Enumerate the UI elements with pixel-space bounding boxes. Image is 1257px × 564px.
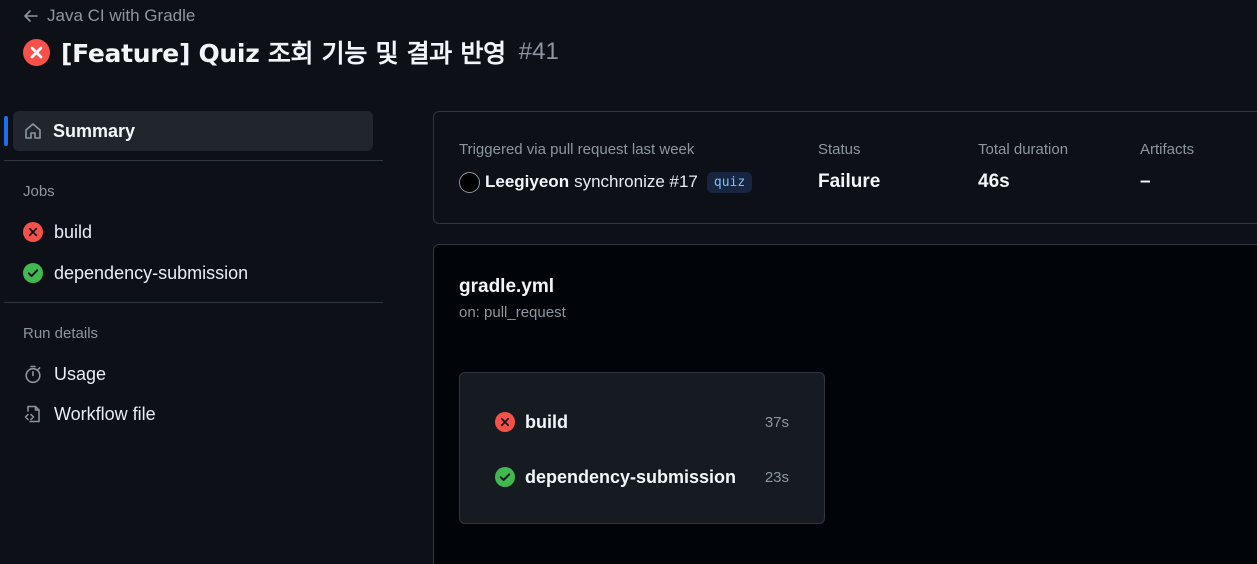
avatar[interactable] [459, 171, 480, 193]
back-link[interactable]: Java CI with Gradle [23, 5, 195, 27]
job-group: build 37s dependency-submission 23s [459, 372, 825, 524]
artifacts-value: – [1140, 171, 1151, 192]
sidebar-item-summary[interactable]: Summary [13, 111, 373, 151]
job-node-dependency-submission[interactable]: dependency-submission 23s [495, 464, 789, 490]
status-value: Failure [818, 171, 881, 192]
sidebar-item-job-dependency-submission[interactable]: dependency-submission [23, 260, 248, 286]
sidebar-item-job-build[interactable]: build [23, 219, 92, 245]
actor-link[interactable]: Leegiyeon [485, 172, 569, 192]
home-icon [25, 123, 41, 139]
job-duration: 37s [764, 413, 789, 431]
check-circle-fill-icon [495, 467, 515, 487]
stopwatch-icon [25, 365, 41, 384]
x-circle-fill-icon [23, 222, 43, 242]
sidebar-item-label: dependency-submission [54, 262, 249, 283]
duration-label: Total duration [978, 141, 1069, 158]
sidebar-item-label: build [54, 221, 93, 242]
run-number: #41 [518, 38, 559, 65]
workflow-trigger: on: pull_request [459, 304, 566, 321]
job-node-build[interactable]: build 37s [495, 409, 789, 435]
check-circle-fill-icon [23, 263, 43, 283]
sidebar-item-label: Summary [53, 120, 136, 141]
sidebar-item-label: Workflow file [54, 403, 156, 424]
job-name: build [525, 411, 568, 432]
run-details-heading: Run details [23, 325, 99, 342]
page-title: [Feature] Quiz 조회 기능 및 결과 반영 #41 [23, 36, 559, 68]
sidebar-divider [4, 160, 383, 161]
x-circle-fill-icon [23, 38, 50, 66]
sidebar-divider [4, 302, 383, 303]
file-code-icon [24, 405, 40, 423]
artifacts-label: Artifacts [1140, 141, 1195, 158]
back-link-label: Java CI with Gradle [47, 6, 196, 25]
sidebar-item-usage[interactable]: Usage [23, 361, 106, 387]
jobs-heading: Jobs [23, 183, 55, 200]
trigger-details: Leegiyeon synchronize #17 quiz [459, 169, 753, 195]
run-title: [Feature] Quiz 조회 기능 및 결과 반영 [61, 39, 506, 68]
x-circle-fill-icon [495, 412, 515, 432]
active-indicator [4, 116, 8, 146]
job-name: dependency-submission [525, 466, 737, 487]
status-label: Status [818, 141, 861, 158]
job-duration: 23s [764, 468, 789, 486]
sidebar-item-label: Usage [54, 363, 107, 384]
workflow-graph-card: gradle.yml on: pull_request build 37s de… [433, 244, 1257, 564]
arrow-left-icon [24, 10, 38, 22]
workflow-file-name[interactable]: gradle.yml [459, 276, 554, 298]
sidebar-item-workflow-file[interactable]: Workflow file [23, 401, 156, 427]
branch-badge[interactable]: quiz [706, 171, 753, 193]
event-text[interactable]: synchronize #17 [574, 172, 698, 192]
trigger-label: Triggered via pull request last week [459, 141, 695, 158]
run-summary-card: Triggered via pull request last week Lee… [433, 111, 1257, 224]
duration-value: 46s [978, 171, 1010, 192]
